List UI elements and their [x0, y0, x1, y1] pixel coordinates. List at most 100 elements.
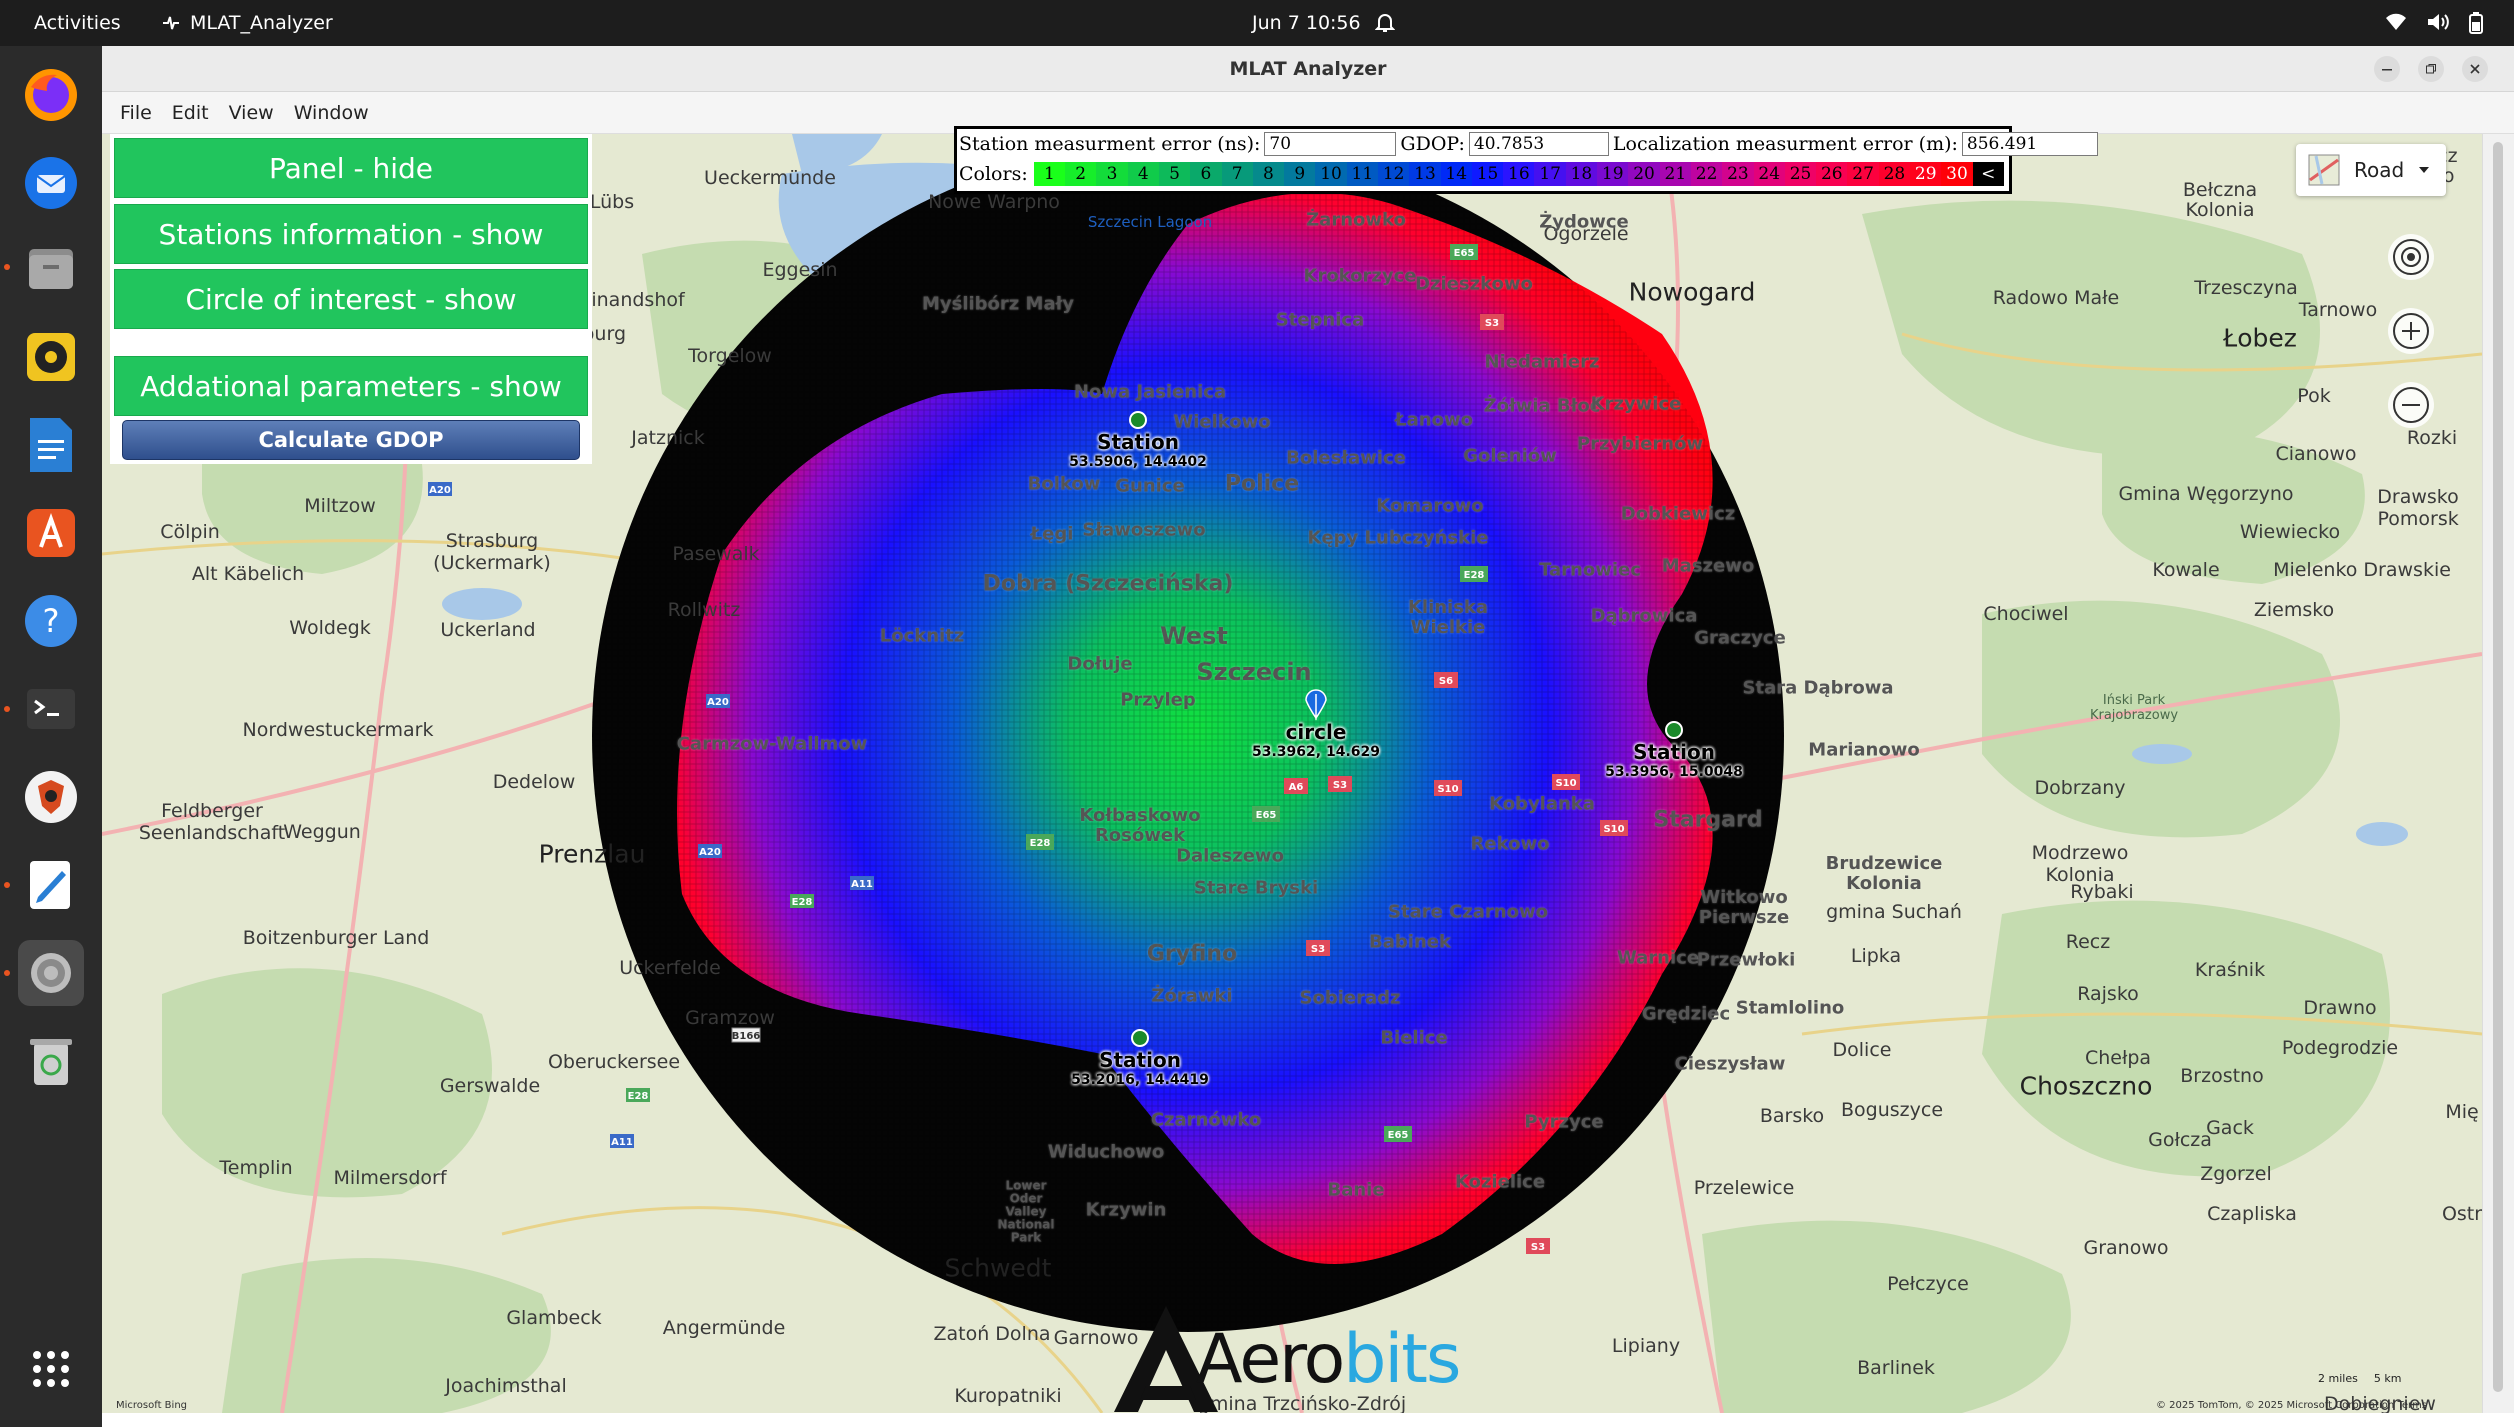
locate-me-button[interactable] — [2388, 234, 2434, 280]
map-label: Lipka — [1850, 945, 1902, 967]
map-label: Stargard — [1653, 807, 1763, 833]
zoom-in-button[interactable] — [2388, 308, 2434, 354]
map-label: Grędziec — [1641, 1003, 1731, 1025]
svg-text:E28: E28 — [1464, 570, 1485, 581]
circle-of-interest-toggle-button[interactable]: Circle of interest - show — [114, 269, 588, 329]
map-label: Kępy Lubczyńskie — [1307, 527, 1489, 549]
color-scale-cell: 28 — [1878, 162, 1911, 186]
map-label: Rajsko — [2077, 983, 2139, 1005]
color-scale-cell: 4 — [1127, 162, 1159, 186]
color-scale-cell: 13 — [1409, 162, 1441, 186]
vertical-scrollbar[interactable] — [2482, 134, 2514, 1413]
map-label: Uckerfelde — [619, 957, 721, 979]
map-label: Przewłoki — [1696, 949, 1796, 971]
bing-attribution[interactable]: Microsoft Bing — [116, 1400, 187, 1411]
maximize-button[interactable] — [2418, 56, 2444, 82]
color-scale-cell: 16 — [1503, 162, 1535, 186]
map-label: Recz — [2065, 931, 2111, 953]
menu-view[interactable]: View — [219, 102, 284, 124]
map-label: Lower Oder Valley National Park — [997, 1178, 1055, 1245]
station-error-input[interactable] — [1264, 132, 1397, 156]
menu-edit[interactable]: Edit — [162, 102, 219, 124]
activities-button[interactable]: Activities — [34, 12, 121, 34]
map-label: Ostr — [2441, 1203, 2482, 1225]
firefox-icon[interactable] — [18, 62, 84, 128]
map-label: Oberuckersee — [547, 1051, 681, 1073]
color-scale-cell: 9 — [1284, 162, 1316, 186]
color-scale-cell: 17 — [1534, 162, 1566, 186]
color-scale-cell: 23 — [1722, 162, 1754, 186]
map-label: Marianowo — [1808, 739, 1920, 761]
scrollbar-thumb[interactable] — [2493, 142, 2503, 1392]
map-label: Witkowo Pierwsze — [1698, 887, 1790, 928]
svg-text:S3: S3 — [1333, 780, 1347, 791]
security-app-icon[interactable] — [18, 764, 84, 830]
map-label: Alt Käbelich — [191, 563, 305, 585]
color-scale-cell: 19 — [1597, 162, 1629, 186]
rhythmbox-icon[interactable] — [18, 324, 84, 390]
map-label: Dąbrowica — [1590, 605, 1698, 627]
gdop-value-field[interactable] — [1468, 132, 1609, 156]
map-label: Dolice — [1832, 1039, 1892, 1061]
map-label: Dobrzany — [2034, 777, 2126, 799]
localization-error-field[interactable] — [1961, 132, 2098, 156]
station-marker-3[interactable] — [1131, 1029, 1149, 1047]
map-label: Krzywice — [1590, 393, 1682, 415]
map-label: Krzywin — [1085, 1199, 1167, 1221]
calculate-gdop-button[interactable]: Calculate GDOP — [122, 420, 580, 460]
aerobits-logo: Aerobits — [1110, 1300, 1500, 1416]
text-editor-icon[interactable] — [18, 852, 84, 918]
station-error-label: Station measurment error (ns): — [959, 133, 1261, 155]
map-label: Barsko — [1759, 1105, 1825, 1127]
trash-icon[interactable] — [18, 1028, 84, 1094]
stations-info-toggle-button[interactable]: Stations information - show — [114, 204, 588, 264]
color-scale-cell: 30 — [1941, 162, 1973, 186]
battery-icon — [2469, 12, 2483, 34]
thunderbird-icon[interactable] — [18, 150, 84, 216]
window-title: MLAT Analyzer — [1229, 58, 1387, 80]
map-copyright[interactable]: © 2025 TomTom, © 2025 Microsoft Corporat… — [2156, 1400, 2427, 1411]
app-center-icon[interactable] — [18, 500, 84, 566]
colors-label: Colors: — [959, 163, 1028, 185]
map-label: Przelewice — [1693, 1177, 1795, 1199]
libreoffice-writer-icon[interactable] — [18, 412, 84, 478]
additional-parameters-toggle-button[interactable]: Addational parameters - show — [114, 356, 588, 416]
settings-icon[interactable] — [18, 940, 84, 1006]
map-label: Niedamierz — [1484, 351, 1600, 373]
map-label: Drawsko Pomorsk — [2377, 486, 2459, 530]
help-icon[interactable]: ? — [18, 588, 84, 654]
clock[interactable]: Jun 7 10:56 — [1252, 12, 1361, 34]
station-marker-1[interactable] — [1129, 411, 1147, 429]
show-apps-icon[interactable] — [18, 1336, 84, 1402]
menu-window[interactable]: Window — [284, 102, 379, 124]
color-scale-cell: 3 — [1096, 162, 1128, 186]
system-tray[interactable] — [2384, 12, 2484, 34]
map-label: Cieszysław — [1674, 1053, 1786, 1075]
close-icon — [2470, 64, 2480, 74]
map-label: Rollwitz — [667, 599, 741, 621]
map-label: Gack — [2206, 1117, 2254, 1139]
map-label: Nowogard — [1628, 277, 1756, 307]
files-icon[interactable] — [18, 236, 84, 302]
map-label: Police — [1224, 471, 1300, 497]
color-scale-cell: 12 — [1378, 162, 1410, 186]
map-label: Babinek — [1369, 931, 1451, 953]
terminal-icon[interactable] — [18, 676, 84, 742]
map-label: Gmina Węgorzyno — [2118, 483, 2294, 505]
wifi-icon — [2386, 13, 2406, 31]
map-style-dropdown[interactable]: Road — [2296, 144, 2446, 196]
map-label: Pełczyce — [1887, 1273, 1969, 1295]
map-label: Komarowo — [1376, 495, 1484, 517]
window-title-bar[interactable]: MLAT Analyzer — [102, 46, 2514, 92]
color-scale-cell: 21 — [1659, 162, 1691, 186]
app-indicator[interactable]: MLAT_Analyzer — [160, 12, 333, 34]
notification-bell-icon[interactable] — [1374, 12, 1396, 39]
map-label: Miltzow — [304, 495, 376, 517]
minimize-button[interactable] — [2374, 56, 2400, 82]
panel-toggle-button[interactable]: Panel - hide — [114, 138, 588, 198]
zoom-out-button[interactable] — [2388, 382, 2434, 428]
close-button[interactable] — [2462, 56, 2488, 82]
menu-file[interactable]: File — [110, 102, 162, 124]
map-label: Rekowo — [1470, 833, 1550, 855]
station-marker-2[interactable] — [1665, 721, 1683, 739]
